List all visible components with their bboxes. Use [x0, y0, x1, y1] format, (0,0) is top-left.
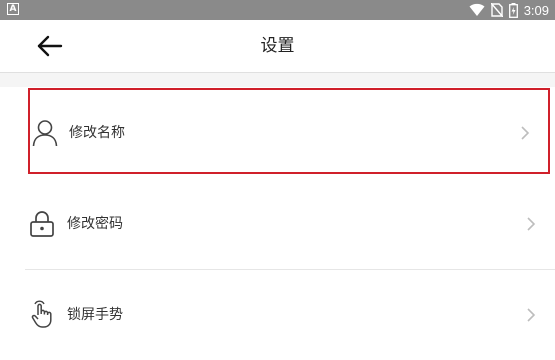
no-sim-icon — [490, 3, 503, 17]
change-name-label: 修改名称 — [69, 125, 125, 141]
section-spacer — [0, 73, 555, 87]
gesture-hand-icon — [27, 299, 57, 329]
lock-icon — [27, 209, 57, 239]
battery-charging-icon — [508, 2, 518, 18]
change-password-label: 修改密码 — [67, 216, 123, 232]
change-name-item[interactable]: 修改名称 — [28, 88, 550, 174]
wifi-icon — [469, 3, 485, 17]
status-bar: A 3:09 — [0, 0, 555, 20]
chevron-right-icon — [527, 217, 536, 231]
status-time: 3:09 — [523, 2, 549, 18]
toolbar: 设置 — [0, 20, 555, 73]
arrow-left-icon — [37, 35, 63, 57]
chevron-right-icon — [521, 126, 530, 140]
page-title: 设置 — [260, 36, 295, 56]
status-bar-right: 3:09 — [469, 0, 549, 20]
lock-screen-gesture-item[interactable]: 锁屏手势 — [25, 270, 555, 360]
chevron-right-icon — [527, 308, 536, 322]
lock-screen-gesture-label: 锁屏手势 — [67, 307, 123, 323]
user-icon — [30, 118, 60, 148]
app-notification-icon: A — [7, 3, 19, 15]
change-password-item[interactable]: 修改密码 — [25, 179, 555, 269]
back-button[interactable] — [30, 30, 70, 62]
